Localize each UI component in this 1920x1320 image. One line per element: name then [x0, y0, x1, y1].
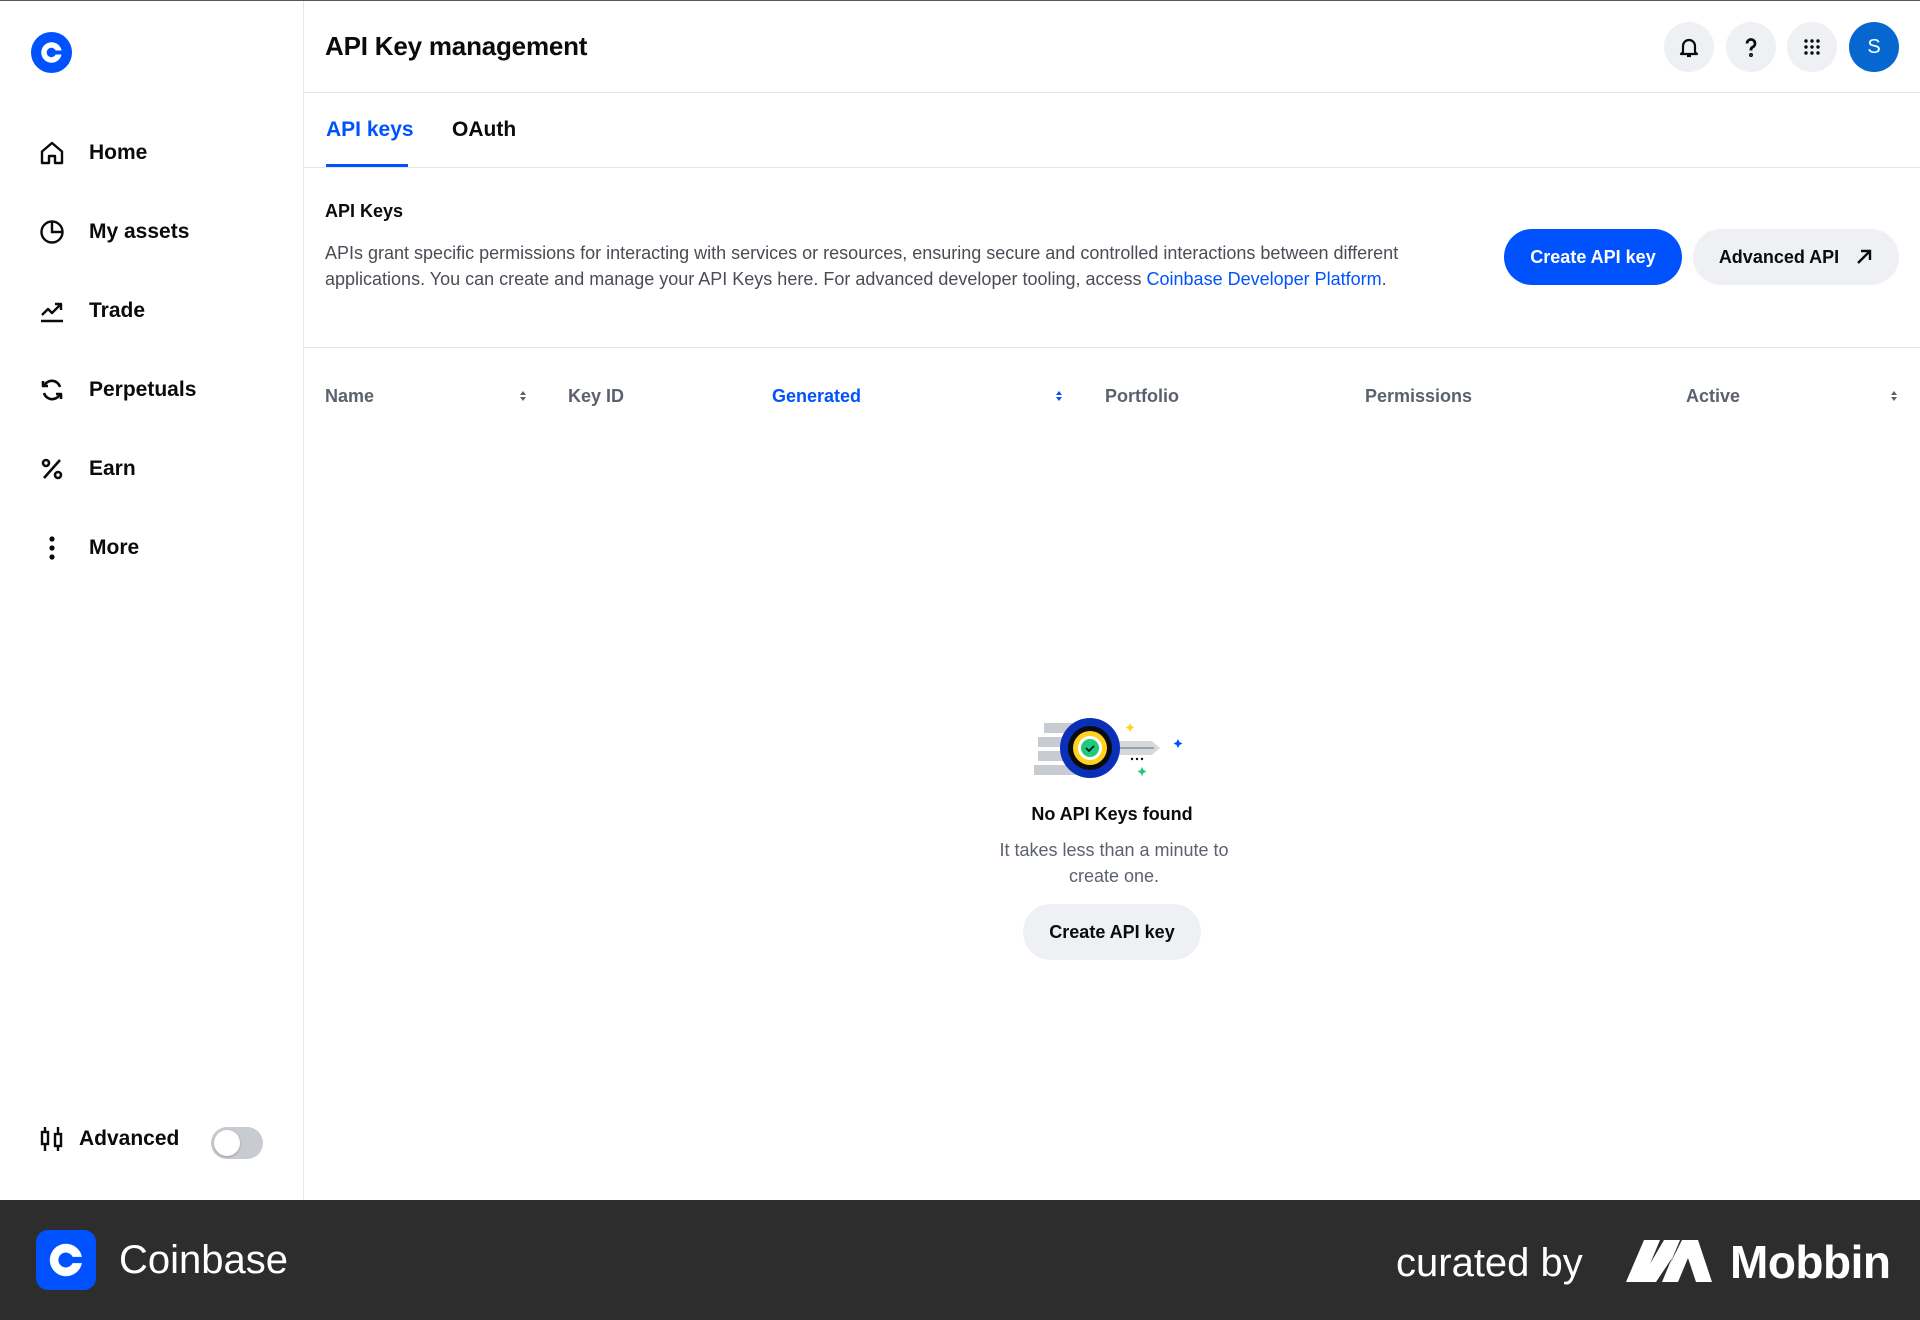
page-title: API Key management: [325, 31, 588, 61]
advanced-api-label: Advanced API: [1718, 246, 1840, 267]
sidebar-item-label: Earn: [89, 456, 136, 480]
question-icon: [1745, 38, 1757, 57]
top-header: API Key management S: [304, 1, 1920, 93]
column-permissions: Permissions: [1365, 386, 1473, 406]
sidebar-item-label: Home: [89, 140, 148, 164]
create-api-key-button[interactable]: Create API key: [1504, 229, 1682, 285]
sort-icon[interactable]: [518, 388, 528, 404]
column-generated[interactable]: Generated: [772, 386, 861, 407]
advanced-toggle[interactable]: [211, 1127, 263, 1159]
description-end: .: [1381, 269, 1387, 289]
toggle-knob: [214, 1130, 240, 1156]
bell-icon: [1679, 38, 1699, 58]
footer-banner: Coinbase curated by Mobbin: [0, 1200, 1920, 1320]
advanced-label: Advanced: [79, 1127, 180, 1150]
column-name[interactable]: Name: [325, 386, 374, 407]
grid-icon: [1804, 39, 1820, 55]
mobbin-logo-mark: [1626, 1240, 1712, 1282]
sidebar-item-earn[interactable]: Earn: [0, 429, 303, 508]
sidebar-item-label: Perpetuals: [89, 377, 197, 401]
arrow-up-right-icon: [1857, 249, 1872, 264]
column-active[interactable]: Active: [1686, 386, 1740, 407]
sidebar-item-more[interactable]: More: [0, 508, 303, 587]
section-title: API Keys: [325, 201, 404, 221]
sort-icon[interactable]: [1889, 388, 1899, 404]
help-button[interactable]: [1726, 22, 1776, 72]
home-icon: [38, 139, 66, 167]
advanced-api-button[interactable]: Advanced API: [1693, 229, 1899, 285]
empty-state-subtitle: It takes less than a minute to create on…: [999, 840, 1229, 886]
trend-up-icon: [38, 297, 66, 325]
mobbin-wordmark: Mobbin: [1730, 1236, 1891, 1288]
sidebar-item-label: My assets: [89, 219, 190, 243]
sidebar-item-trade[interactable]: Trade: [0, 271, 303, 350]
api-keys-section: API Keys APIs grant specific permissions…: [304, 168, 1920, 348]
avatar[interactable]: S: [1849, 22, 1899, 72]
refresh-icon: [38, 376, 66, 404]
table-header: Name Key ID Generated Portfolio Permissi…: [304, 378, 1920, 414]
coinbase-app-icon: [36, 1230, 96, 1290]
coinbase-logo[interactable]: [30, 31, 73, 74]
tab-oauth[interactable]: OAuth: [452, 118, 516, 142]
more-vertical-icon: [38, 534, 66, 562]
app-window: Home My assets Trade Perpetuals Earn Mor…: [0, 0, 1920, 1200]
pie-chart-icon: [38, 218, 66, 246]
api-key-illustration: [1034, 718, 1183, 778]
sidebar: Home My assets Trade Perpetuals Earn Mor…: [0, 1, 304, 1200]
developer-platform-link[interactable]: Coinbase Developer Platform: [1147, 269, 1382, 289]
sidebar-item-label: Trade: [89, 298, 146, 322]
percent-icon: [38, 455, 66, 483]
sidebar-item-my-assets[interactable]: My assets: [0, 192, 303, 271]
avatar-initial: S: [1867, 35, 1881, 58]
sidebar-nav: Home My assets Trade Perpetuals Earn Mor…: [0, 113, 303, 587]
footer-brand-name: Coinbase: [119, 1238, 289, 1282]
empty-create-api-key-button[interactable]: Create API key: [1023, 904, 1201, 960]
apps-button[interactable]: [1787, 22, 1837, 72]
curated-by-text: curated by: [1396, 1241, 1583, 1285]
sidebar-item-perpetuals[interactable]: Perpetuals: [0, 350, 303, 429]
sidebar-item-label: More: [89, 535, 140, 559]
candlestick-icon: [38, 1125, 66, 1153]
notifications-button[interactable]: [1664, 22, 1714, 72]
advanced-mode-row: Advanced: [38, 1125, 179, 1153]
active-tab-indicator: [326, 164, 408, 167]
section-description: APIs grant specific permissions for inte…: [325, 240, 1445, 292]
empty-state-title: No API Keys found: [1031, 804, 1193, 824]
sidebar-item-home[interactable]: Home: [0, 113, 303, 192]
tab-bar: API keys OAuth: [304, 93, 1920, 168]
sort-icon[interactable]: [1054, 388, 1064, 404]
column-key-id: Key ID: [568, 386, 625, 406]
column-portfolio: Portfolio: [1105, 386, 1179, 406]
tab-api-keys[interactable]: API keys: [326, 118, 414, 142]
